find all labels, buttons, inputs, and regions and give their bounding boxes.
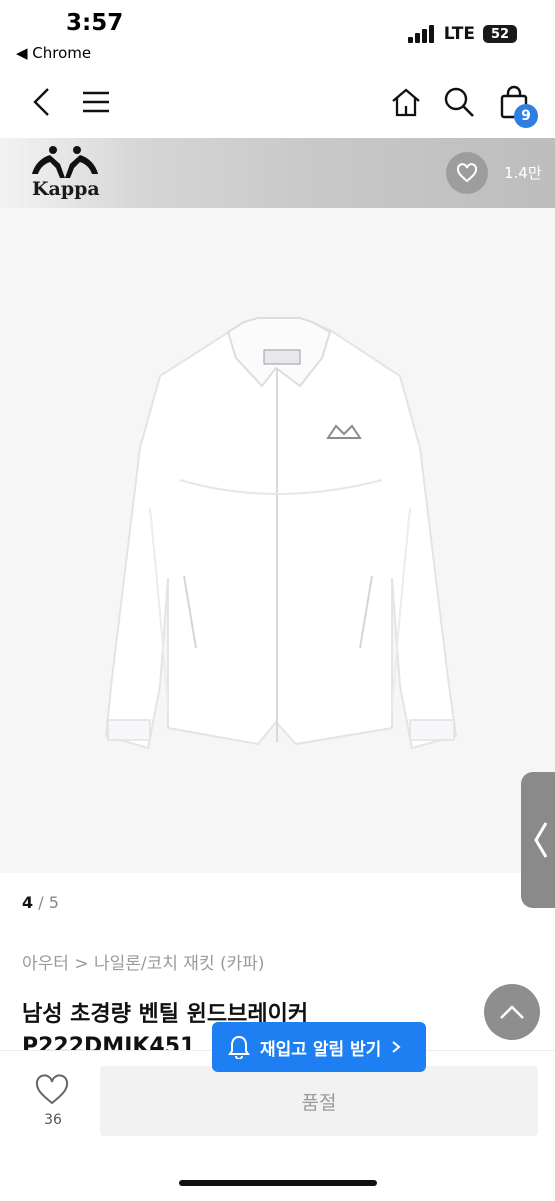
search-icon[interactable] (441, 84, 477, 120)
status-indicators: LTE 52 (407, 24, 517, 44)
brand-like-button[interactable] (446, 152, 488, 194)
soldout-button[interactable]: 품절 (100, 1066, 538, 1136)
product-image[interactable] (0, 208, 555, 873)
wishlist-count: 36 (44, 1112, 62, 1128)
back-chevron-icon[interactable] (24, 84, 60, 120)
brand-like-count: 1.4만 (504, 164, 542, 182)
image-current: 4 (22, 893, 34, 912)
signal-icon (407, 25, 434, 43)
cart-count-badge: 9 (514, 104, 538, 128)
chevron-right-icon (392, 1041, 401, 1053)
chevron-left-icon (534, 822, 548, 858)
jacket-illustration (104, 317, 458, 750)
status-time: 3:57 (66, 10, 124, 36)
category-breadcrumb[interactable]: 아우터 > 나일론/코치 재킷 (카파) (22, 949, 265, 974)
restock-alert-label: 재입고 알림 받기 (260, 1039, 382, 1060)
menu-icon[interactable] (78, 86, 114, 118)
chevron-up-icon (500, 1005, 524, 1019)
image-separator: / (33, 893, 49, 912)
image-total: 5 (48, 893, 59, 912)
battery-icon: 52 (483, 25, 517, 43)
brand-name: Kappa (32, 178, 100, 200)
network-type: LTE (443, 24, 475, 44)
home-icon[interactable] (388, 84, 424, 120)
wishlist-button[interactable] (34, 1074, 72, 1108)
heart-outline-icon (35, 1074, 69, 1105)
scroll-to-top-button[interactable] (484, 984, 540, 1040)
kappa-logo-icon (32, 146, 98, 178)
home-indicator[interactable] (179, 1180, 377, 1186)
bell-icon (228, 1035, 250, 1059)
back-to-app-link[interactable]: ◀ Chrome (16, 44, 91, 62)
restock-alert-button[interactable]: 재입고 알림 받기 (212, 1022, 426, 1072)
heart-icon (456, 163, 478, 183)
side-panel-toggle[interactable] (521, 772, 555, 908)
image-counter: 4 / 5 (22, 893, 59, 912)
